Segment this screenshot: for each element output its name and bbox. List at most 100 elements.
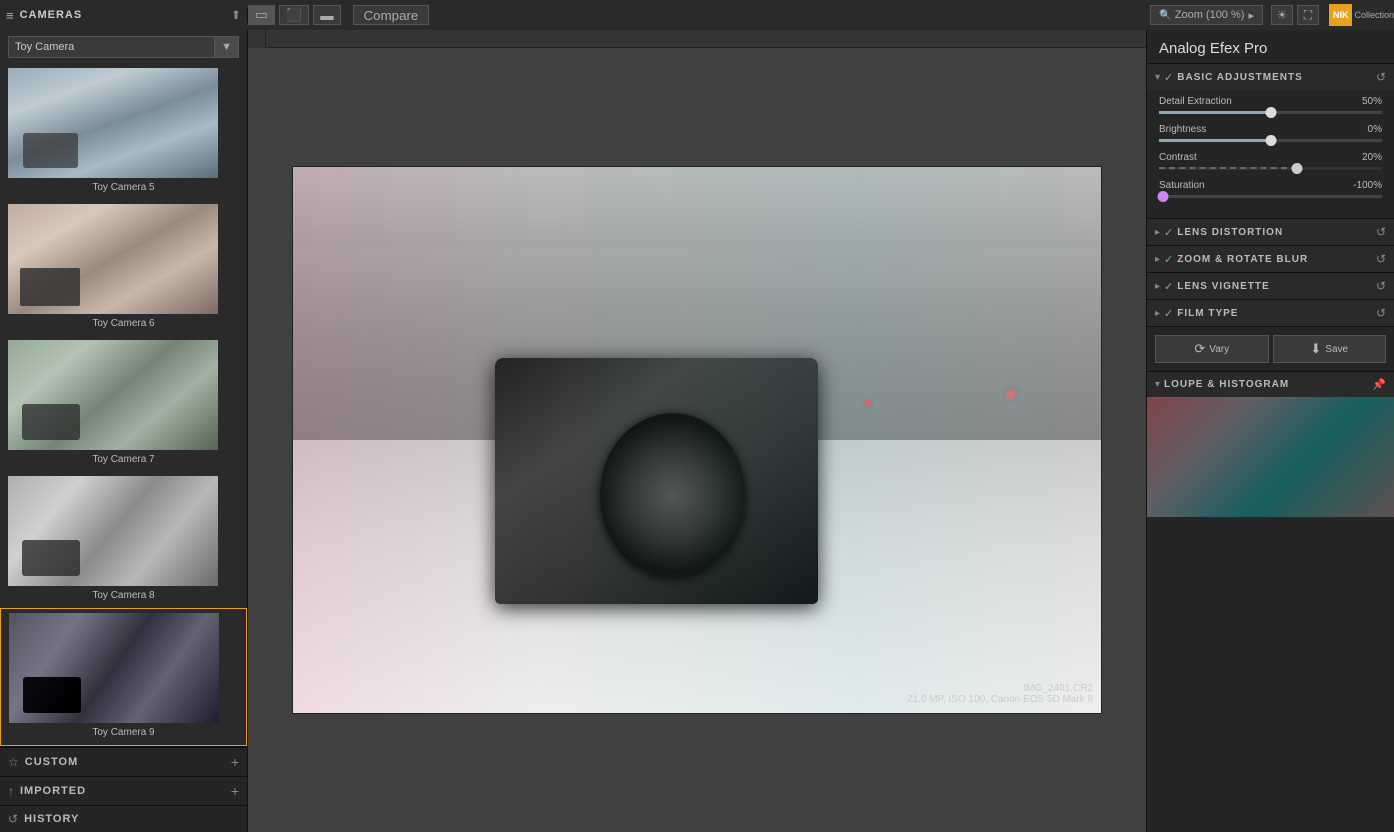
preset-item-cam5[interactable]: Toy Camera 5 (0, 64, 247, 200)
reset-zr-icon[interactable]: ↺ (1376, 252, 1386, 266)
chevron-down-icon: ▾ (1155, 72, 1160, 83)
preset-dropdown-row: Toy Camera ▼ (8, 36, 239, 58)
loupe-label: LOUPE & HISTOGRAM (1164, 379, 1372, 390)
imported-add-btn[interactable]: + (231, 783, 239, 799)
reset-ld-icon[interactable]: ↺ (1376, 225, 1386, 239)
slider-detail-handle[interactable] (1265, 107, 1276, 118)
check-icon-ld[interactable]: ✓ (1164, 226, 1173, 239)
top-bar: ≡ CAMERAS ⬆ ▭ ⬛ ▬ Compare 🔍 Zoom (100 %)… (0, 0, 1394, 30)
basic-sliders: Detail Extraction 50% Brightness 0% (1147, 90, 1394, 218)
slider-brightness-track[interactable] (1159, 139, 1382, 142)
save-icon: ⬇ (1310, 341, 1321, 357)
chevron-right-icon-lv: ▸ (1155, 281, 1160, 292)
chevron-right-icon-ft: ▸ (1155, 308, 1160, 319)
top-bar-center: ▭ ⬛ ▬ Compare 🔍 Zoom (100 %) ▸ ☀ ⛶ NIK C… (248, 4, 1394, 26)
slider-contrast-track[interactable] (1159, 167, 1382, 170)
preset-dropdown[interactable]: Toy Camera (8, 36, 215, 58)
reset-lv-icon[interactable]: ↺ (1376, 279, 1386, 293)
check-icon-basic[interactable]: ✓ (1164, 71, 1173, 84)
preset-label-cam9: Toy Camera 9 (9, 726, 238, 741)
compare-btn[interactable]: Compare (353, 5, 430, 25)
preset-item-cam6[interactable]: Toy Camera 6 (0, 200, 247, 336)
section-lens-distortion: ▸ ✓ LENS DISTORTION ↺ (1147, 219, 1394, 246)
preset-thumb-cam9 (9, 613, 219, 723)
basic-adj-label: BASIC ADJUSTMENTS (1177, 72, 1372, 83)
zoom-rotate-label: ZOOM & ROTATE BLUR (1177, 254, 1372, 265)
vary-label: Vary (1209, 344, 1229, 355)
slider-detail-track[interactable] (1159, 111, 1382, 114)
slider-brightness-name: Brightness (1159, 124, 1206, 135)
slider-brightness-value: 0% (1368, 124, 1382, 135)
preset-thumb-cam7 (8, 340, 218, 450)
sidebar-section-history[interactable]: ↺ HISTORY (0, 805, 247, 832)
vary-btn[interactable]: ⟳ Vary (1155, 335, 1269, 363)
film-type-label: FILM TYPE (1177, 308, 1372, 319)
save-label: Save (1325, 344, 1348, 355)
view-split-v-btn[interactable]: ⬛ (279, 5, 310, 25)
sidebar-section-imported[interactable]: ↑ IMPORTED + (0, 776, 247, 805)
zoom-label: Zoom (100 %) (1175, 9, 1245, 21)
section-header-basic[interactable]: ▾ ✓ BASIC ADJUSTMENTS ↺ (1147, 64, 1394, 90)
sidebar-section-custom[interactable]: ☆ CUSTOM + (0, 747, 247, 776)
preset-list: Toy Camera 5 Toy Camera 6 Toy Came (0, 64, 247, 746)
section-basic-adjustments: ▾ ✓ BASIC ADJUSTMENTS ↺ Detail Extractio… (1147, 64, 1394, 219)
right-panel: Analog Efex Pro ▾ ✓ BASIC ADJUSTMENTS ↺ … (1146, 30, 1394, 832)
preset-thumb-cam5 (8, 68, 218, 178)
section-header-lens-distortion[interactable]: ▸ ✓ LENS DISTORTION ↺ (1147, 219, 1394, 245)
slider-detail-fill (1159, 111, 1271, 114)
view-split-h-btn[interactable]: ▬ (313, 5, 340, 25)
history-icon: ↺ (8, 812, 18, 826)
reset-ft-icon[interactable]: ↺ (1376, 306, 1386, 320)
slider-contrast-name: Contrast (1159, 152, 1197, 163)
custom-add-btn[interactable]: + (231, 754, 239, 770)
sidebar-bottom: ☆ CUSTOM + ↑ IMPORTED + ↺ HISTORY (0, 746, 247, 832)
slider-detail-value: 50% (1362, 96, 1382, 107)
image-meta: 21.0 MP, ISO 100, Canon EOS 5D Mark II (907, 694, 1093, 705)
history-label: HISTORY (24, 813, 239, 825)
custom-label: CUSTOM (25, 756, 231, 768)
section-film-type: ▸ ✓ FILM TYPE ↺ (1147, 300, 1394, 327)
menu-icon[interactable]: ≡ (6, 8, 14, 23)
preset-label-cam5: Toy Camera 5 (8, 181, 239, 196)
slider-contrast-handle[interactable] (1292, 163, 1303, 174)
slider-contrast-value: 20% (1362, 152, 1382, 163)
section-title: CAMERAS (20, 9, 83, 21)
light-icon-btn[interactable]: ☀ (1271, 5, 1293, 25)
dropdown-arrow[interactable]: ▼ (215, 36, 239, 58)
save-btn[interactable]: ⬇ Save (1273, 335, 1387, 363)
preset-label-cam8: Toy Camera 8 (8, 589, 239, 604)
preset-item-cam7[interactable]: Toy Camera 7 (0, 336, 247, 472)
fullscreen-icon-btn[interactable]: ⛶ (1297, 5, 1319, 25)
zoom-arrow[interactable]: ▸ (1248, 9, 1254, 22)
imported-label: IMPORTED (20, 785, 231, 797)
image-info: IMG_2401.CR2 21.0 MP, ISO 100, Canon EOS… (907, 683, 1093, 705)
loupe-preview (1147, 397, 1394, 517)
slider-saturation-handle[interactable] (1158, 191, 1169, 202)
check-icon-zr[interactable]: ✓ (1164, 253, 1173, 266)
check-icon-lv[interactable]: ✓ (1164, 280, 1173, 293)
slider-brightness-handle[interactable] (1265, 135, 1276, 146)
export-icon[interactable]: ⬆ (231, 8, 241, 22)
preset-thumb-cam6 (8, 204, 218, 314)
slider-saturation-track[interactable] (1159, 195, 1382, 198)
main-layout: Toy Camera ▼ Toy Camera 5 (0, 30, 1394, 832)
reset-basic-icon[interactable]: ↺ (1376, 70, 1386, 84)
section-lens-vignette: ▸ ✓ LENS VIGNETTE ↺ (1147, 273, 1394, 300)
slider-saturation-value: -100% (1353, 180, 1382, 191)
preset-label-cam7: Toy Camera 7 (8, 453, 239, 468)
pin-icon[interactable]: 📌 (1372, 378, 1386, 391)
view-single-btn[interactable]: ▭ (248, 5, 275, 25)
section-header-zoom-rotate[interactable]: ▸ ✓ ZOOM & ROTATE BLUR ↺ (1147, 246, 1394, 272)
slider-contrast-dashed (1159, 167, 1297, 170)
preset-item-cam9[interactable]: Toy Camera 9 (0, 608, 247, 746)
check-icon-ft[interactable]: ✓ (1164, 307, 1173, 320)
panel-title: Analog Efex Pro (1147, 30, 1394, 64)
nik-badge: NIK (1329, 4, 1353, 26)
slider-saturation-name: Saturation (1159, 180, 1205, 191)
section-header-lens-vignette[interactable]: ▸ ✓ LENS VIGNETTE ↺ (1147, 273, 1394, 299)
slider-detail-extraction: Detail Extraction 50% (1159, 96, 1382, 114)
loupe-header: ▾ LOUPE & HISTOGRAM 📌 (1147, 372, 1394, 397)
preset-item-cam8[interactable]: Toy Camera 8 (0, 472, 247, 608)
section-header-film-type[interactable]: ▸ ✓ FILM TYPE ↺ (1147, 300, 1394, 326)
preset-thumb-cam8 (8, 476, 218, 586)
